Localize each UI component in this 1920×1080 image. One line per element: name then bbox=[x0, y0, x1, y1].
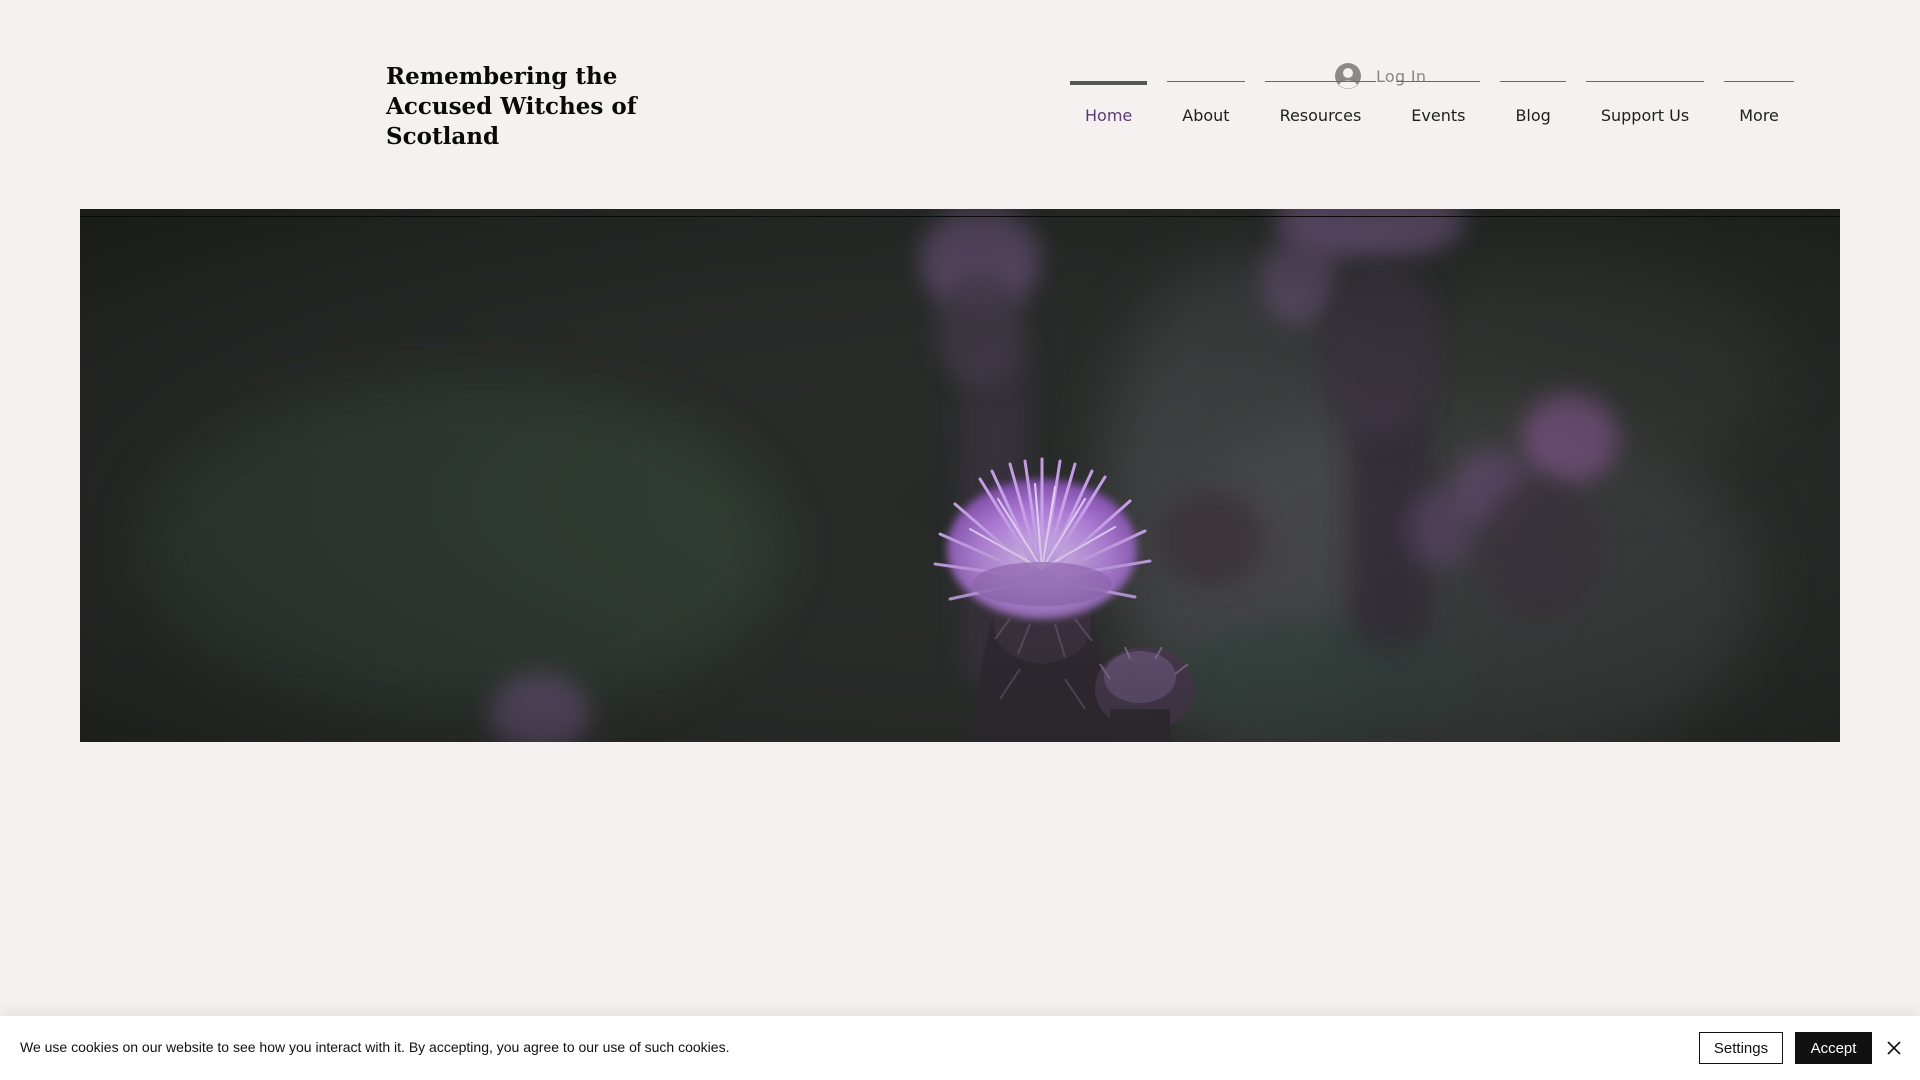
nav-label: Events bbox=[1411, 106, 1466, 125]
hero-divider-line bbox=[80, 216, 1840, 217]
hero-image bbox=[80, 209, 1840, 742]
cookie-banner: We use cookies on our website to see how… bbox=[0, 1016, 1920, 1080]
nav-item-blog[interactable]: Blog bbox=[1500, 81, 1566, 130]
site-title[interactable]: Remembering the Accused Witches of Scotl… bbox=[386, 62, 726, 152]
thistle-flowers-photo bbox=[80, 209, 1840, 742]
nav-item-about[interactable]: About bbox=[1167, 81, 1245, 130]
nav-label: About bbox=[1182, 106, 1230, 125]
nav-label: Resources bbox=[1279, 106, 1362, 125]
nav-label: Support Us bbox=[1600, 106, 1690, 125]
nav-item-more[interactable]: More bbox=[1724, 81, 1794, 130]
nav-item-home[interactable]: Home bbox=[1070, 81, 1148, 130]
cookie-message: We use cookies on our website to see how… bbox=[20, 1039, 730, 1055]
nav-label: Home bbox=[1085, 106, 1133, 125]
nav-item-resources[interactable]: Resources bbox=[1264, 81, 1377, 130]
main-nav: Home About Resources Events Blog Support… bbox=[1070, 81, 1794, 131]
nav-item-support-us[interactable]: Support Us bbox=[1585, 81, 1705, 130]
close-icon[interactable] bbox=[1886, 1040, 1902, 1056]
nav-label: Blog bbox=[1515, 106, 1551, 125]
site-header: Remembering the Accused Witches of Scotl… bbox=[0, 0, 1920, 200]
nav-item-events[interactable]: Events bbox=[1396, 81, 1481, 130]
cookie-accept-button[interactable]: Accept bbox=[1795, 1032, 1872, 1064]
cookie-settings-button[interactable]: Settings bbox=[1699, 1032, 1783, 1064]
nav-label: More bbox=[1739, 106, 1779, 125]
